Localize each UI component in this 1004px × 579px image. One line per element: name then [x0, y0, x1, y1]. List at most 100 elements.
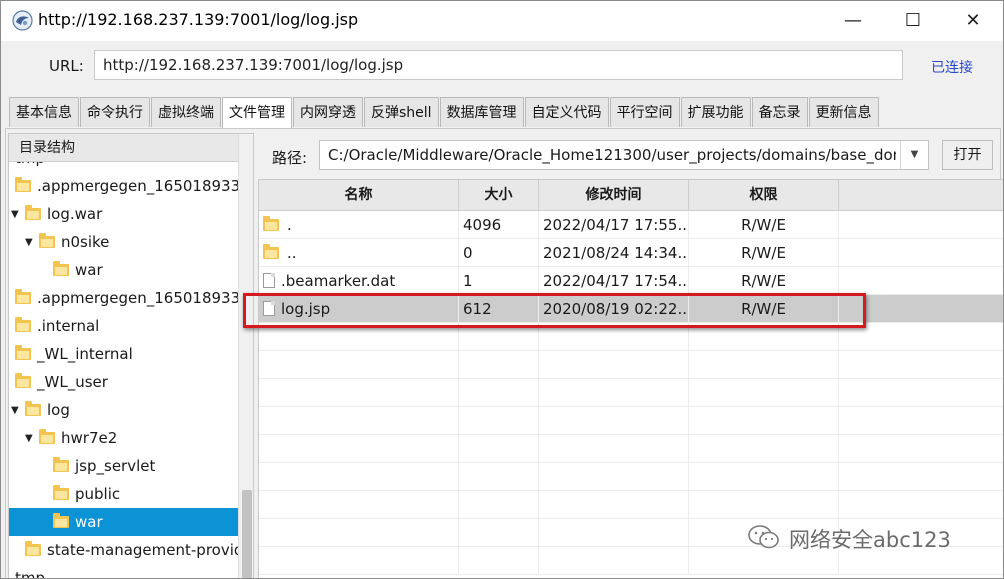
tree-item-label: war — [75, 261, 103, 279]
tree-item[interactable]: state-management-provid — [25, 536, 238, 564]
file-mtime-cell: 2021/08/24 14:34... — [539, 239, 689, 267]
folder-icon — [39, 428, 55, 444]
app-logo-icon — [12, 10, 33, 31]
folder-icon — [53, 512, 69, 528]
table-row[interactable]: log.jsp 612 2020/08/19 02:22... R/W/E — [259, 295, 1003, 323]
tree-header: 目录结构 — [9, 134, 238, 162]
tab-2[interactable]: 虚拟终端 — [151, 97, 221, 127]
empty-cell — [689, 435, 839, 463]
file-name: .. — [287, 244, 297, 262]
tree-item[interactable]: .appmergegen_16501893333 — [15, 284, 238, 312]
column-size-header[interactable]: 大小 — [459, 180, 539, 210]
folder-icon — [263, 243, 279, 259]
url-label: URL: — [49, 57, 84, 75]
expand-toggle-icon[interactable]: ▼ — [11, 397, 25, 425]
tree-item[interactable]: jsp_servlet — [53, 452, 155, 480]
expand-toggle-icon[interactable]: ▼ — [25, 229, 39, 257]
path-combobox[interactable]: C:/Oracle/Middleware/Oracle_Home121300/u… — [319, 140, 929, 170]
tab-bar: 基本信息 命令执行 虚拟终端 文件管理 内网穿透 反弹shell 数据库管理 自定义代码 平行空… — [9, 97, 880, 129]
empty-cell — [459, 323, 539, 351]
tab-6[interactable]: 数据库管理 — [439, 97, 524, 127]
tree-scrollbar[interactable] — [238, 134, 253, 578]
tree-item[interactable]: .appmergegen_16501893333 — [15, 172, 238, 200]
file-name: .beamarker.dat — [281, 272, 396, 290]
tree-item-label: hwr7e2 — [61, 429, 118, 447]
tree-item[interactable]: .internal — [15, 312, 99, 340]
empty-table-row — [259, 351, 1003, 379]
tree-item[interactable]: ▼ hwr7e2 — [25, 424, 117, 452]
folder-icon — [39, 232, 55, 248]
tree-item[interactable]: tmp — [15, 564, 46, 579]
folder-icon — [25, 540, 41, 556]
file-name-cell: . — [259, 211, 459, 239]
expand-toggle-icon[interactable]: ▼ — [11, 201, 25, 229]
table-header: 名称 大小 修改时间 权限 — [259, 180, 1003, 211]
empty-cell — [839, 351, 1003, 379]
column-perm-header[interactable]: 权限 — [689, 180, 839, 210]
tree-item-label: log — [47, 401, 70, 419]
empty-cell — [839, 463, 1003, 491]
tree-item-label: n0sike — [61, 233, 110, 251]
empty-table-row — [259, 491, 1003, 519]
empty-cell — [259, 519, 459, 547]
table-row[interactable]: .. 0 2021/08/24 14:34... R/W/E — [259, 239, 1003, 267]
url-input[interactable] — [94, 50, 903, 80]
empty-cell — [539, 547, 689, 575]
file-name-cell: log.jsp — [259, 295, 459, 323]
close-button[interactable]: ✕ — [943, 1, 1003, 41]
tree-item-label: state-management-provid — [47, 541, 238, 559]
empty-cell — [539, 463, 689, 491]
empty-cell — [839, 323, 1003, 351]
tab-9[interactable]: 扩展功能 — [680, 97, 751, 127]
empty-cell — [689, 407, 839, 435]
tree-item[interactable]: _WL_user — [15, 368, 108, 396]
tree-scroll-thumb[interactable] — [242, 490, 252, 578]
tab-8[interactable]: 平行空间 — [609, 97, 680, 127]
empty-cell — [459, 463, 539, 491]
tree-item[interactable]: war — [53, 256, 103, 284]
empty-cell — [689, 379, 839, 407]
tab-11[interactable]: 更新信息 — [808, 97, 879, 127]
table-row[interactable]: .beamarker.dat 1 2022/04/17 17:54... R/W/E — [259, 267, 1003, 295]
file-size-cell: 4096 — [459, 211, 539, 239]
tree-item-label: public — [75, 485, 121, 503]
tree-item-label: jsp_servlet — [75, 457, 156, 475]
connection-status: 已连接 — [931, 60, 973, 76]
tab-4[interactable]: 内网穿透 — [293, 97, 363, 127]
tree-item[interactable]: public — [53, 480, 120, 508]
folder-icon — [53, 456, 69, 472]
tab-5[interactable]: 反弹shell — [364, 97, 439, 127]
tab-10[interactable]: 备忘录 — [751, 97, 808, 127]
tree-item-label: war — [75, 513, 103, 531]
tree-item[interactable]: ▼ n0sike — [25, 228, 109, 256]
tree-item-label: log.war — [47, 205, 103, 223]
title-bar: http://192.168.237.139:7001/log/log.jsp … — [1, 1, 1003, 41]
file-mtime-cell: 2022/04/17 17:54... — [539, 267, 689, 295]
column-mtime-header[interactable]: 修改时间 — [539, 180, 689, 210]
tree-item[interactable]: war — [9, 508, 238, 536]
wechat-logo-icon — [748, 525, 779, 549]
tree-item-label: tmp — [15, 569, 46, 579]
tab-7[interactable]: 自定义代码 — [524, 97, 609, 127]
empty-cell — [839, 435, 1003, 463]
tree-item[interactable]: ▼ log — [11, 396, 70, 424]
tree-item-label: .appmergegen_16501893333 — [37, 177, 238, 195]
tree-item[interactable]: _WL_internal — [15, 340, 133, 368]
chevron-down-icon[interactable]: ▼ — [900, 141, 928, 169]
maximize-button[interactable]: ☐ — [883, 1, 943, 41]
file-perm-cell: R/W/E — [689, 239, 839, 267]
tab-3[interactable]: 文件管理 — [222, 97, 292, 129]
empty-cell — [539, 519, 689, 547]
tree-item[interactable]: tmp — [15, 162, 45, 172]
empty-cell — [259, 463, 459, 491]
expand-toggle-icon[interactable]: ▼ — [25, 425, 39, 453]
folder-icon — [53, 260, 69, 276]
tab-1[interactable]: 命令执行 — [80, 97, 150, 127]
table-row[interactable]: . 4096 2022/04/17 17:55... R/W/E — [259, 211, 1003, 239]
tab-0[interactable]: 基本信息 — [9, 97, 79, 127]
file-table: 名称 大小 修改时间 权限 . 4096 2022/04/17 17:55... R/… — [258, 179, 1003, 578]
open-button[interactable]: 打开 — [942, 140, 993, 170]
column-name-header[interactable]: 名称 — [259, 180, 459, 210]
minimize-button[interactable]: — — [823, 1, 883, 41]
tree-item[interactable]: ▼ log.war — [11, 200, 102, 228]
